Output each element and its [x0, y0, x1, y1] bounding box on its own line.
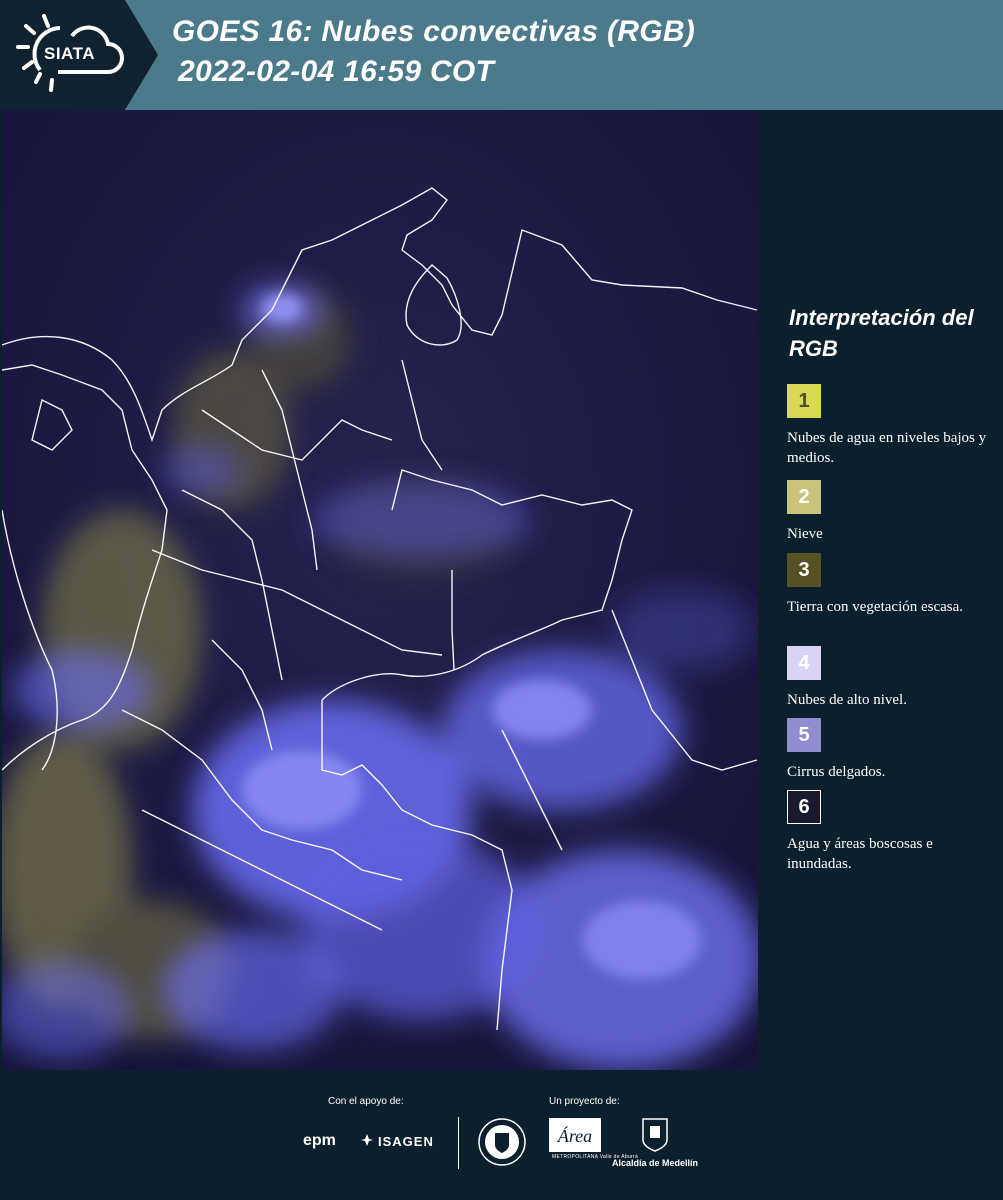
legend-swatch-3: 3: [787, 553, 821, 587]
legend-swatch-1: 1: [787, 384, 821, 418]
legend-panel: Interpretación del RGB 1 Nubes de agua e…: [760, 110, 1003, 1070]
legend-swatch-4: 4: [787, 646, 821, 680]
legend-label-3: Tierra con vegetación escasa.: [787, 599, 964, 615]
alcaldia-shield-icon: [642, 1118, 668, 1152]
siata-logo-text: SIATA: [44, 44, 95, 63]
legend-title: Interpretación del RGB: [789, 305, 974, 361]
satellite-map[interactable]: [2, 110, 758, 1070]
page-title: GOES 16: Nubes convectivas (RGB): [172, 15, 696, 48]
siata-logo: SIATA: [0, 0, 160, 110]
isagen-mark-icon: [361, 1134, 373, 1146]
area-metropolitana-logo: Área: [549, 1118, 601, 1152]
legend-item-5: 5 Cirrus delgados.: [787, 718, 997, 782]
footer-divider: [458, 1117, 459, 1169]
legend-label-2: Nieve: [787, 526, 823, 542]
legend-item-6: 6 Agua y áreas boscosas e inundadas.: [787, 790, 997, 874]
legend-label-4: Nubes de alto nivel.: [787, 692, 907, 708]
svg-text:Área: Área: [557, 1125, 592, 1146]
legend-item-4: 4 Nubes de alto nivel.: [787, 646, 997, 710]
legend-swatch-5: 5: [787, 718, 821, 752]
legend-item-2: 2 Nieve: [787, 480, 997, 544]
legend-label-1: Nubes de agua en niveles bajos y medios.: [787, 430, 987, 466]
legend-label-5: Cirrus delgados.: [787, 764, 886, 780]
medellin-seal-icon: [478, 1118, 526, 1166]
legend-swatch-2: 2: [787, 480, 821, 514]
legend-item-1: 1 Nubes de agua en niveles bajos y medio…: [787, 384, 997, 468]
page-timestamp: 2022-02-04 16:59 COT: [178, 55, 495, 88]
footer-bar: Con el apoyo de: Un proyecto de: epm ISA…: [0, 1070, 1003, 1200]
legend-label-6: Agua y áreas boscosas e inundadas.: [787, 836, 933, 872]
epm-logo: epm: [303, 1132, 336, 1149]
satellite-map-image: [2, 110, 758, 1070]
isagen-logo: ISAGEN: [378, 1134, 434, 1149]
header-bar: SIATA GOES 16: Nubes convectivas (RGB) 2…: [0, 0, 1003, 110]
legend-swatch-6: 6: [787, 790, 821, 824]
alcaldia-label: Alcaldía de Medellín: [612, 1158, 699, 1168]
project-label: Un proyecto de:: [549, 1096, 620, 1107]
support-label: Con el apoyo de:: [328, 1096, 404, 1107]
legend-item-3: 3 Tierra con vegetación escasa.: [787, 553, 997, 617]
